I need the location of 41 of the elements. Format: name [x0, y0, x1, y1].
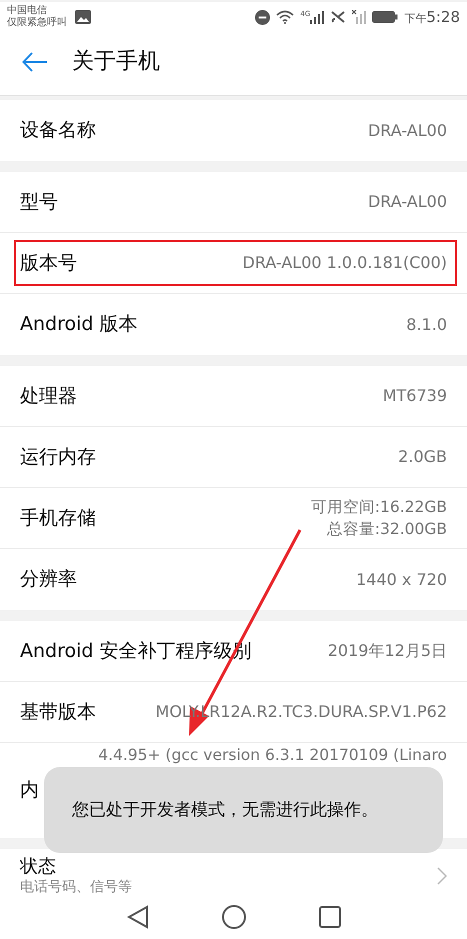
- row-value: 2.0GB: [398, 446, 447, 468]
- row-value: DRA-AL00 1.0.0.181(C00): [242, 252, 447, 274]
- row-value: 总容量:32.00GB: [326, 519, 447, 540]
- home-circle-icon[interactable]: [222, 905, 246, 929]
- row-label: 型号: [20, 190, 58, 215]
- row-label: 分辨率: [20, 567, 77, 592]
- row-label: 手机存储: [20, 506, 96, 531]
- row-value: 8.1.0: [406, 314, 447, 336]
- back-triangle-icon[interactable]: [126, 905, 148, 929]
- row-value: 1440 x 720: [356, 568, 447, 590]
- carrier-text: 仅限紧急呼叫: [7, 17, 67, 29]
- battery-icon: [372, 11, 398, 23]
- row-label: 内: [20, 778, 39, 804]
- toast-text: 您已处于开发者模式，无需进行此操作。: [72, 799, 378, 822]
- signal-icon: [310, 10, 324, 24]
- recents-square-icon[interactable]: [318, 906, 340, 928]
- row-subtitle: 电话号码、信号等: [20, 878, 132, 895]
- row-label: 版本号: [20, 250, 77, 276]
- row-value: DRA-AL00: [368, 191, 447, 213]
- page-title: 关于手机: [72, 48, 160, 76]
- row-value: DRA-AL00: [368, 120, 447, 142]
- clock-time: 5:28: [426, 6, 460, 28]
- row-label: 运行内存: [20, 444, 96, 470]
- do-not-disturb-icon: [255, 10, 270, 24]
- row-label: Android 版本: [20, 312, 138, 338]
- wifi-icon: [276, 10, 294, 24]
- row-label: 状态: [20, 856, 57, 878]
- row-value: 4.4.95+ (gcc version 6.3.1 20170109 (Linaro: [98, 745, 447, 766]
- image-icon: [75, 10, 91, 24]
- row-value: 2019年12月5日: [328, 640, 447, 662]
- time-period: 下午: [404, 10, 426, 27]
- back-arrow-icon[interactable]: [22, 52, 48, 72]
- carrier-text: 中国电信: [7, 5, 48, 16]
- row-value: MT6739: [382, 385, 447, 407]
- row-value: 可用空间:16.22GB: [310, 497, 447, 518]
- row-label: 处理器: [20, 384, 77, 409]
- chevron-right-icon: [437, 867, 447, 885]
- no-calls-icon: [330, 10, 346, 24]
- row-label: 设备名称: [20, 118, 96, 144]
- row-label: 基带版本: [20, 700, 96, 725]
- no-signal-icon: [352, 10, 366, 24]
